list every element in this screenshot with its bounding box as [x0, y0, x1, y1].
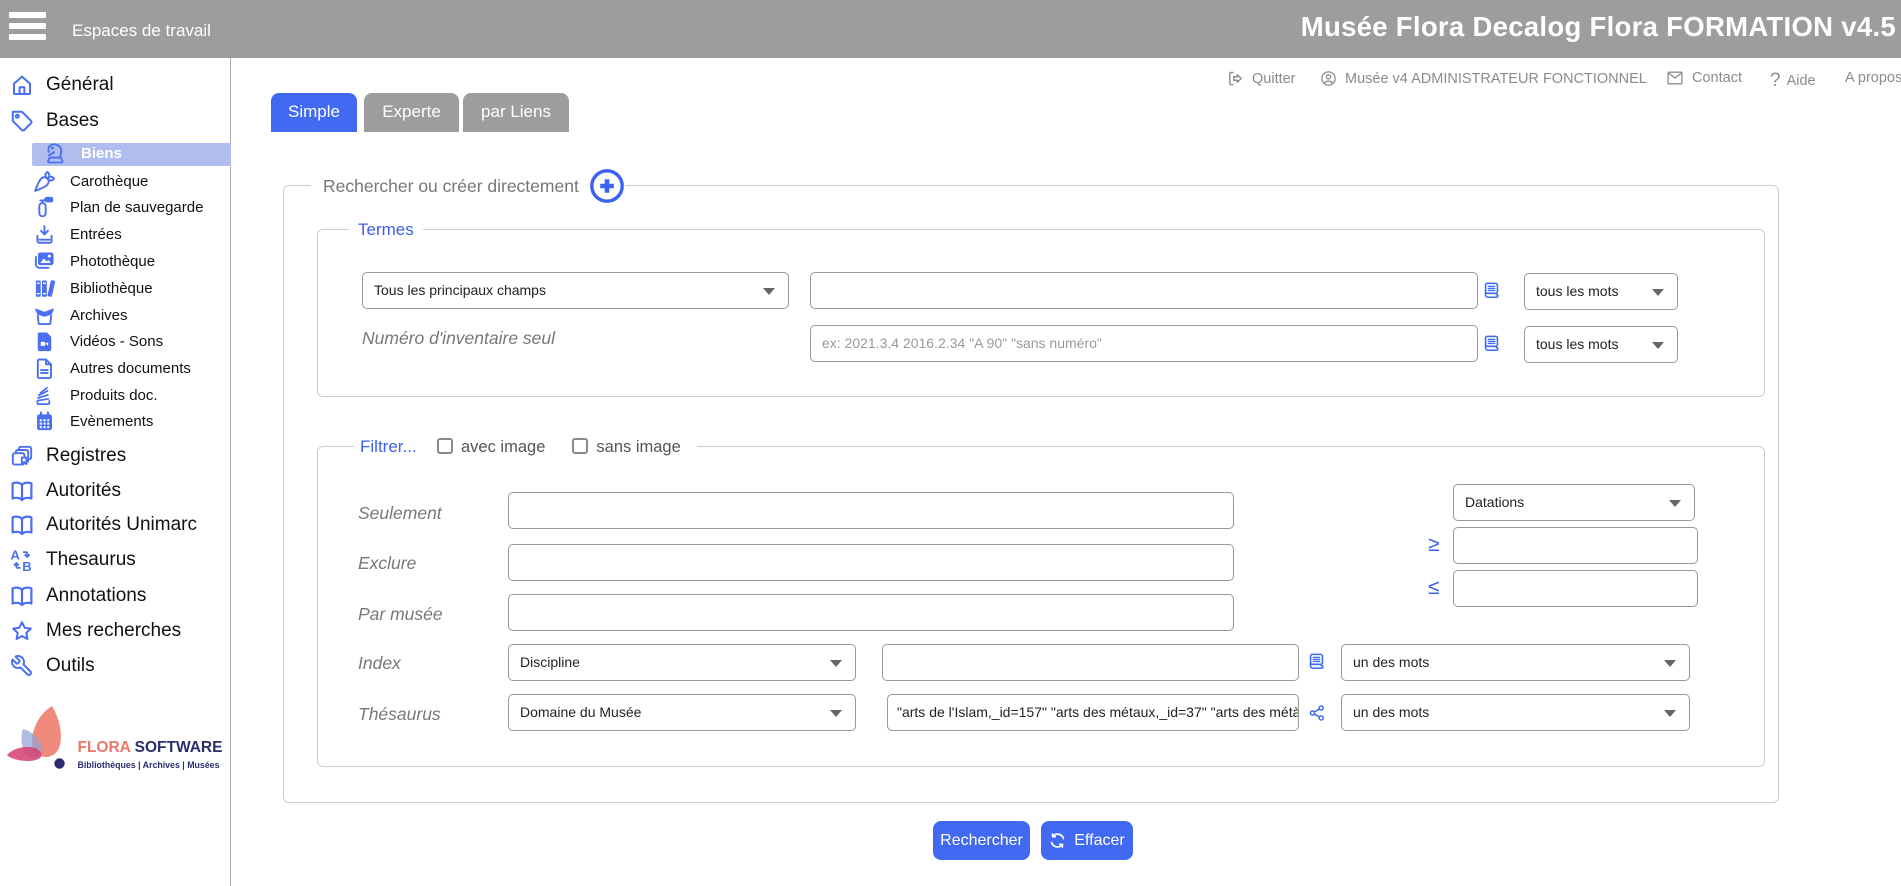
svg-text:A: A — [11, 548, 21, 562]
svg-text:Bibliothèques | Archives | Mus: Bibliothèques | Archives | Musées — [78, 760, 220, 770]
svg-text:B: B — [22, 559, 31, 572]
svg-text:FLORA SOFTWARE: FLORA SOFTWARE — [78, 739, 223, 756]
